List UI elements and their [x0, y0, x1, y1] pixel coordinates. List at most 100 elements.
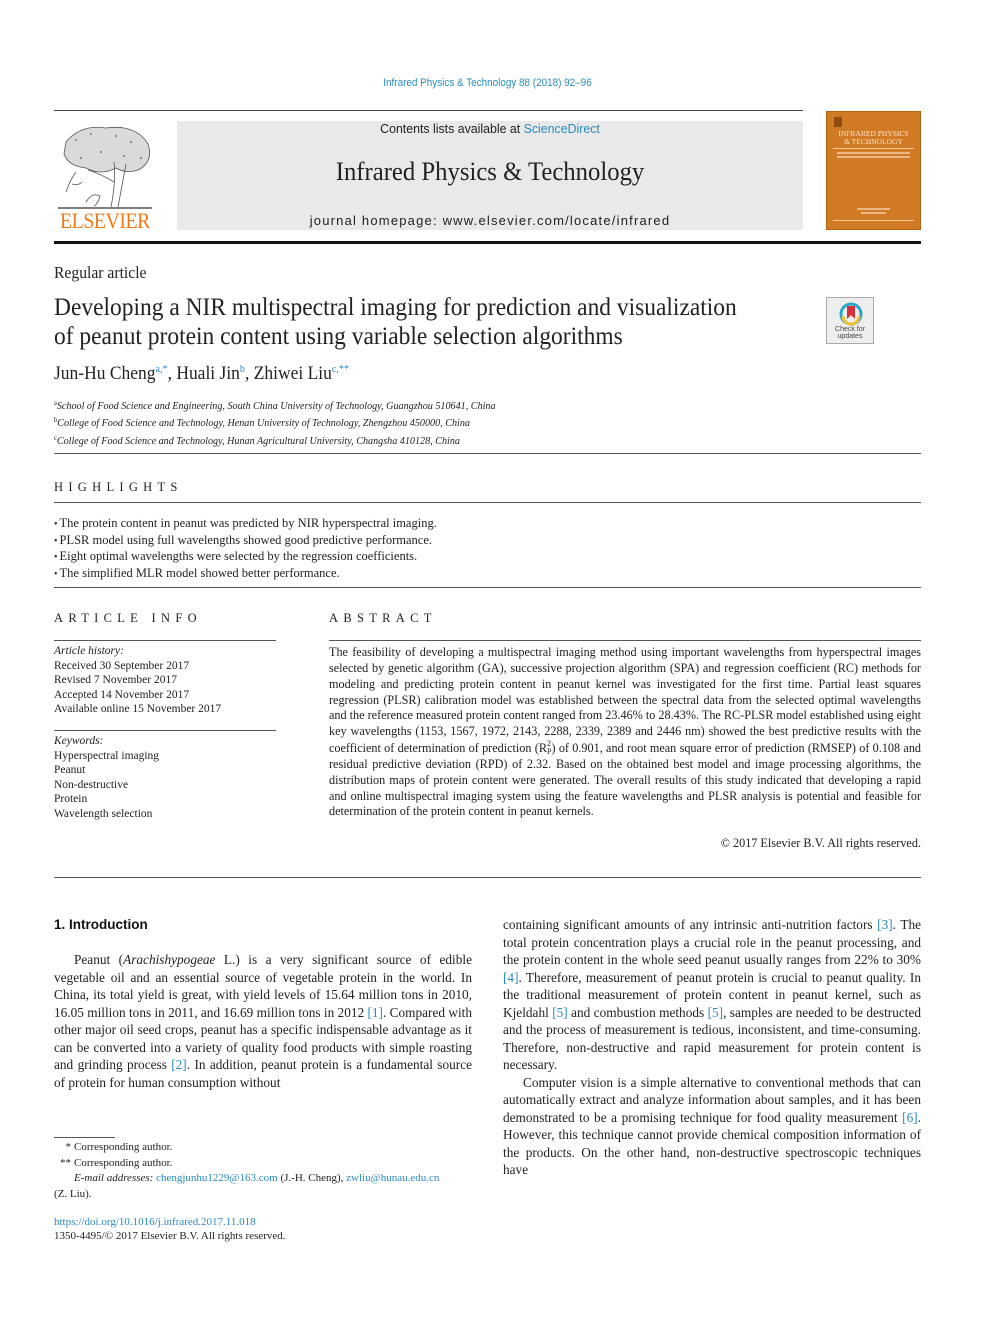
highlight-item: PLSR model using full wavelengths showed…	[54, 533, 437, 550]
header-thick-rule	[54, 241, 921, 244]
footnote-text: Corresponding author.	[74, 1141, 173, 1153]
abstract-copyright: © 2017 Elsevier B.V. All rights reserved…	[720, 836, 921, 850]
email-link[interactable]: zwliu@hunau.edu.cn	[346, 1172, 439, 1184]
author-affiliation-marker[interactable]: c,**	[332, 363, 349, 375]
cover-text-line	[861, 212, 886, 214]
author-affiliation-marker[interactable]: b	[240, 363, 245, 375]
text-run: Peanut (	[74, 952, 124, 967]
cover-text-line	[837, 152, 910, 154]
highlight-item: The protein content in peanut was predic…	[54, 516, 437, 533]
email-label: E-mail addresses:	[74, 1172, 154, 1185]
footnote-mark: **	[60, 1156, 71, 1169]
citation-link[interactable]: [1]	[367, 1005, 383, 1020]
affiliation-item: aSchool of Food Science and Engineering,…	[54, 396, 496, 413]
check-for-updates-button[interactable]: Check for updates	[826, 297, 874, 344]
email-owner: (J.-H. Cheng),	[277, 1172, 347, 1185]
introduction-right-column: containing significant amounts of any in…	[503, 916, 921, 1179]
email-link[interactable]: chengjunhu1229@163.com	[156, 1172, 278, 1184]
cover-title-line2: & TECHNOLOGY	[844, 137, 903, 146]
footnote-rule	[54, 1137, 115, 1138]
author-affiliation-marker[interactable]: a,*	[155, 363, 167, 375]
highlight-item: The simplified MLR model showed better p…	[54, 566, 437, 583]
check-updates-label-line2: updates	[837, 333, 863, 340]
abstract-body: The feasibility of developing a multispe…	[329, 645, 921, 820]
footnote-text: Corresponding author.	[74, 1156, 173, 1169]
check-updates-label: Check for updates	[827, 326, 873, 340]
history-item: Accepted 14 November 2017	[54, 688, 190, 701]
doi-link[interactable]: https://doi.org/10.1016/j.infrared.2017.…	[54, 1216, 256, 1228]
journal-reference-link[interactable]: Infrared Physics & Technology 88 (2018) …	[49, 77, 927, 89]
contents-prefix: Contents lists available at	[380, 121, 524, 136]
article-type: Regular article	[54, 263, 147, 282]
history-item: Revised 7 November 2017	[54, 674, 177, 687]
affiliation-item: bCollege of Food Science and Technology,…	[54, 413, 496, 430]
sciencedirect-link[interactable]: ScienceDirect	[524, 121, 600, 136]
homepage-prefix: journal homepage:	[309, 213, 443, 228]
article-history: Article history: Received 30 September 2…	[54, 644, 276, 717]
author-name[interactable]: Jun-Hu Cheng	[54, 363, 155, 384]
keyword-item: Hyperspectral imaging	[54, 749, 160, 762]
introduction-heading: 1. Introduction	[54, 917, 148, 932]
journal-cover-thumbnail[interactable]: INFRARED PHYSICS & TECHNOLOGY	[826, 111, 921, 230]
abstract-rule	[329, 640, 921, 641]
journal-masthead: Contents lists available at ScienceDirec…	[177, 121, 803, 230]
text-run: containing significant amounts of any in…	[503, 917, 878, 932]
footnotes: * Corresponding author. ** Corresponding a…	[54, 1140, 474, 1203]
introduction-paragraph: containing significant amounts of any in…	[503, 916, 921, 1074]
citation-link[interactable]: [4]	[503, 970, 519, 985]
footnote-mark: *	[65, 1141, 72, 1153]
author-name[interactable]: Huali Jin	[176, 363, 240, 384]
journal-homepage: journal homepage: www.elsevier.com/locat…	[177, 213, 803, 228]
cover-divider	[833, 148, 914, 149]
article-title-line2: of peanut protein content using variable…	[54, 321, 623, 350]
section-divider	[54, 587, 921, 588]
species-name: Arachishypogeae	[123, 952, 216, 967]
highlight-item: Eight optimal wavelengths were selected …	[54, 549, 437, 566]
affiliation-text: College of Food Science and Technology, …	[56, 434, 460, 447]
homepage-url-link[interactable]: www.elsevier.com/locate/infrared	[443, 213, 671, 228]
elsevier-wordmark: ELSEVIER	[60, 208, 150, 233]
cover-title: INFRARED PHYSICS & TECHNOLOGY	[831, 130, 916, 146]
cover-divider	[833, 220, 914, 221]
abstract-text-part: The feasibility of developing a multispe…	[329, 645, 921, 756]
elsevier-logo[interactable]: ELSEVIER	[54, 120, 156, 233]
affiliation-text: School of Food Science and Engineering, …	[56, 400, 496, 412]
footnote-corresponding-author: * Corresponding author.	[54, 1140, 474, 1156]
introduction-paragraph: Computer vision is a simple alternative …	[503, 1074, 921, 1179]
citation-link[interactable]: [5]	[708, 1005, 724, 1020]
affiliation-item: cCollege of Food Science and Technology,…	[54, 431, 496, 448]
cover-publisher-icon	[834, 117, 842, 127]
section-divider	[54, 877, 921, 878]
check-updates-label-line1: Check for	[835, 326, 865, 333]
issn-copyright: 1350-4495/© 2017 Elsevier B.V. All right…	[54, 1230, 286, 1242]
footnote-email-owner: (Z. Liu).	[54, 1188, 92, 1201]
abstract-heading: ABSTRACT	[329, 611, 437, 625]
section-divider	[54, 453, 921, 454]
keywords: Keywords: Hyperspectral imaging Peanut N…	[54, 734, 276, 821]
article-info-rule	[54, 640, 276, 641]
author-name[interactable]: Zhiwei Liu	[254, 363, 332, 384]
keywords-rule	[54, 730, 276, 731]
keywords-label: Keywords:	[54, 735, 104, 747]
citation-link[interactable]: [6]	[902, 1110, 918, 1125]
highlights-rule	[54, 502, 921, 503]
citation-link[interactable]: [2]	[171, 1057, 187, 1072]
article-info-heading: ARTICLE INFO	[54, 611, 202, 625]
cover-text-line	[837, 156, 910, 158]
article-title-line1: Developing a NIR multispectral imaging f…	[54, 292, 737, 321]
keyword-item: Wavelength selection	[54, 807, 153, 820]
header-rule	[54, 110, 803, 111]
citation-link[interactable]: [5]	[552, 1005, 568, 1020]
text-run: and combustion methods	[567, 1004, 708, 1020]
text-run: Computer vision is a simple alternative …	[503, 1074, 921, 1125]
affiliation-text: College of Food Science and Technology, …	[57, 417, 470, 430]
keyword-item: Protein	[54, 793, 88, 805]
footnote-emails: E-mail addresses: chengjunhu1229@163.com…	[54, 1171, 474, 1187]
citation-link[interactable]: [3]	[877, 917, 893, 932]
author-list: Jun-Hu Chenga,*, Huali Jinb, Zhiwei Liuc…	[54, 363, 350, 384]
footnote-corresponding-author: ** Corresponding author.	[54, 1156, 474, 1172]
history-item: Received 30 September 2017	[54, 659, 190, 672]
introduction-paragraph: Peanut (Arachishypogeae L.) is a very si…	[54, 951, 472, 1091]
affiliation-list: aSchool of Food Science and Engineering,…	[54, 396, 496, 448]
article-title: Developing a NIR multispectral imaging f…	[54, 292, 753, 350]
